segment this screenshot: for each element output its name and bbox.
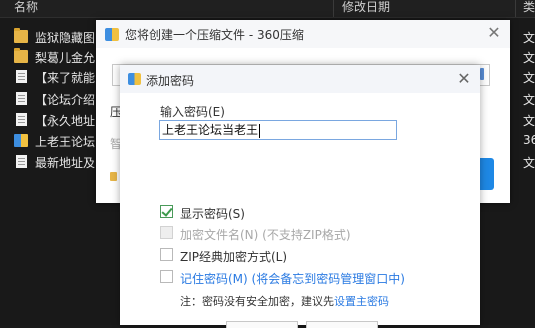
security-note-text: 注：密码没有安全加密，建议先: [180, 295, 334, 308]
zip-classic-checkbox[interactable]: [160, 248, 173, 261]
file-name: 上老王论坛: [35, 135, 96, 149]
folder-icon: [14, 28, 28, 43]
file-type: 文: [523, 114, 535, 128]
encrypt-filenames-checkbox: [160, 226, 173, 239]
file-name: 【论坛介绍: [35, 93, 96, 107]
document-icon: [16, 155, 27, 168]
column-header-name[interactable]: 名称: [14, 0, 38, 17]
encrypt-filenames-note: (不支持ZIP格式): [258, 228, 351, 242]
file-type: 文: [523, 93, 535, 107]
compress-window-titlebar[interactable]: 您将创建一个压缩文件 - 360压缩 ✕: [96, 20, 510, 48]
password-input-label: 输入密码(E): [160, 105, 225, 119]
archive-app-icon: [105, 28, 119, 41]
file-name: 监狱隐藏图: [35, 31, 96, 45]
file-name: 最新地址及: [35, 156, 96, 170]
file-name: 【来了就能: [35, 71, 96, 85]
file-name: 梨葛儿金允: [35, 51, 96, 65]
password-input[interactable]: 上老王论坛当老王: [159, 120, 397, 140]
add-password-titlebar[interactable]: 添加密码 ✕: [120, 65, 480, 93]
column-header-type[interactable]: 类: [523, 0, 535, 17]
show-password-checkbox[interactable]: [160, 205, 173, 218]
encrypt-filenames-label: 加密文件名(N) (不支持ZIP格式): [180, 226, 351, 243]
folder-icon: [14, 48, 28, 63]
file-type: 文: [523, 156, 535, 170]
file-type: 文: [523, 71, 535, 85]
file-type: 文: [523, 51, 535, 65]
column-divider[interactable]: [515, 0, 516, 17]
file-name: 【永久地址: [35, 114, 96, 128]
set-master-password-link[interactable]: 设置主密码: [334, 295, 389, 308]
password-value: 上老王论坛当老王: [162, 123, 259, 137]
lock-icon: [110, 172, 117, 181]
close-icon[interactable]: ✕: [454, 69, 474, 89]
zip-classic-label: ZIP经典加密方式(L): [180, 250, 288, 264]
text-caret: [259, 123, 261, 138]
remember-password-label[interactable]: 记住密码(M) (将会备忘到密码管理窗口中): [180, 270, 405, 287]
close-icon[interactable]: ✕: [484, 23, 504, 43]
remember-password-checkbox[interactable]: [160, 270, 173, 283]
archive-icon: [14, 134, 28, 147]
file-type: 文: [523, 31, 535, 45]
file-type: 36: [523, 133, 535, 147]
column-divider[interactable]: [333, 0, 334, 17]
path-field-indicator: [480, 68, 484, 80]
security-note: 注：密码没有安全加密，建议先设置主密码: [180, 293, 389, 309]
dialog-title: 添加密码: [146, 74, 195, 88]
show-password-label: 显示密码(S): [180, 207, 245, 221]
document-icon: [16, 92, 27, 105]
document-icon: [16, 70, 27, 83]
archive-app-icon: [128, 73, 141, 85]
compress-window-title: 您将创建一个压缩文件 - 360压缩: [125, 28, 304, 42]
add-password-dialog: 添加密码 ✕ 输入密码(E) 上老王论坛当老王 显示密码(S) 加密文件名(N)…: [120, 65, 480, 328]
document-icon: [16, 113, 27, 126]
encrypt-filenames-text: 加密文件名(N): [180, 228, 259, 242]
column-header-modified[interactable]: 修改日期: [342, 0, 390, 17]
column-header-bar: 名称 修改日期 类: [0, 0, 535, 18]
